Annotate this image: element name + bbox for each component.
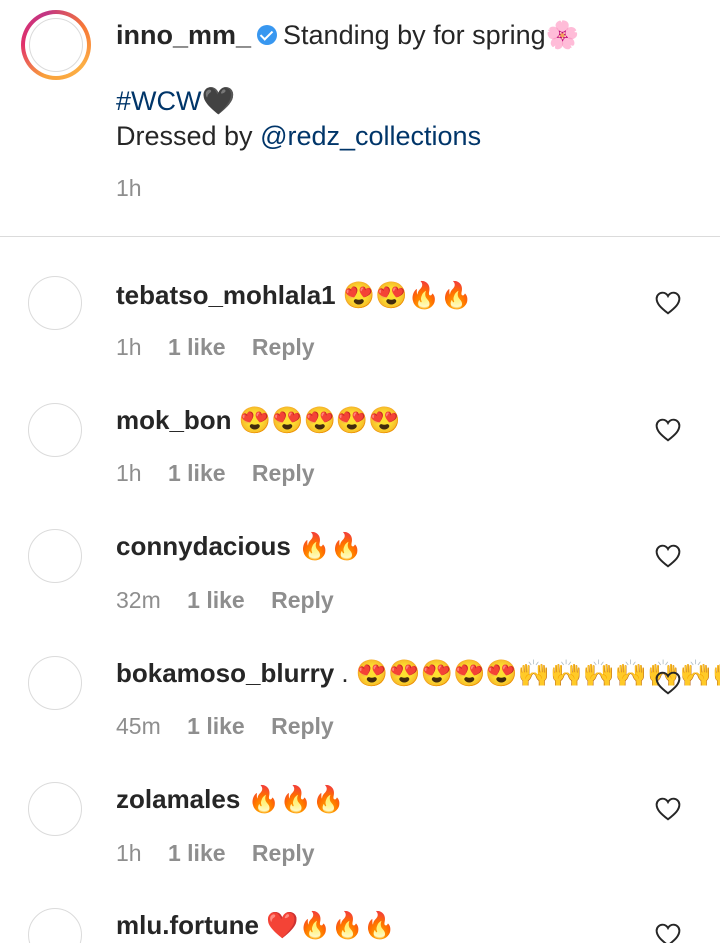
- like-heart-icon[interactable]: [655, 544, 681, 568]
- comment-body: mok_bon 😍😍😍😍😍: [116, 403, 401, 437]
- comment-likes[interactable]: 1 like: [168, 840, 226, 866]
- reply-button[interactable]: Reply: [271, 713, 334, 739]
- commenter-avatar[interactable]: [28, 403, 82, 457]
- like-heart-icon[interactable]: [655, 923, 681, 943]
- comment-text: 🔥🔥🔥: [247, 784, 345, 814]
- comment-meta: 1h 1 like Reply: [116, 334, 335, 361]
- comment-item: bokamoso_blurry . 😍😍😍😍😍🙌🙌🙌🙌🙌🙌🙌 45m 1 lik…: [0, 656, 720, 782]
- commenter-avatar[interactable]: [28, 782, 82, 836]
- divider: [0, 236, 720, 237]
- reply-button[interactable]: Reply: [252, 840, 315, 866]
- comment-time: 1h: [116, 840, 142, 866]
- comment-likes[interactable]: 1 like: [187, 587, 245, 613]
- comment-text: 😍😍🔥🔥: [342, 280, 473, 310]
- caption-timestamp: 1h: [116, 175, 142, 201]
- comment-username[interactable]: tebatso_mohlala1: [116, 280, 336, 310]
- verified-badge-icon: [257, 24, 278, 45]
- like-heart-icon[interactable]: [655, 797, 681, 821]
- like-heart-icon[interactable]: [655, 418, 681, 442]
- caption-mention-link[interactable]: @redz_collections: [260, 121, 481, 151]
- comment-likes[interactable]: 1 like: [168, 460, 226, 486]
- comment-body: connydacious 🔥🔥: [116, 529, 363, 563]
- comment-username[interactable]: zolamales: [116, 784, 240, 814]
- caption-username[interactable]: inno_mm_: [116, 20, 251, 50]
- caption-hashtag[interactable]: #WCW🖤: [116, 84, 235, 118]
- comment-meta: 1h 1 like Reply: [116, 460, 335, 487]
- commenter-avatar[interactable]: [28, 656, 82, 710]
- comment-meta: 1h 1 like Reply: [116, 840, 335, 867]
- comment-username[interactable]: mlu.fortune: [116, 910, 259, 940]
- comment-body: tebatso_mohlala1 😍😍🔥🔥: [116, 278, 472, 312]
- comment-username[interactable]: connydacious: [116, 531, 291, 561]
- reply-button[interactable]: Reply: [252, 460, 315, 486]
- comment-body: bokamoso_blurry . 😍😍😍😍😍🙌🙌🙌🙌🙌🙌🙌: [116, 656, 720, 690]
- commenter-avatar[interactable]: [28, 908, 82, 943]
- comment-body: mlu.fortune ❤️🔥🔥🔥: [116, 908, 396, 942]
- comment-meta: 45m 1 like Reply: [116, 713, 354, 740]
- caption-dressed-by-line: Dressed by @redz_collections: [116, 119, 481, 153]
- dressed-by-label: Dressed by: [116, 121, 261, 151]
- reply-button[interactable]: Reply: [252, 334, 315, 360]
- comment-time: 45m: [116, 713, 161, 739]
- comment-username[interactable]: mok_bon: [116, 405, 232, 435]
- comment-item: connydacious 🔥🔥 32m 1 like Reply: [0, 529, 720, 655]
- comment-likes[interactable]: 1 like: [168, 334, 226, 360]
- comment-meta: 32m 1 like Reply: [116, 587, 354, 614]
- reply-button[interactable]: Reply: [271, 587, 334, 613]
- comment-item: tebatso_mohlala1 😍😍🔥🔥 1h 1 like Reply: [0, 276, 720, 402]
- author-avatar-story-ring[interactable]: [21, 10, 91, 80]
- comment-item: zolamales 🔥🔥🔥 1h 1 like Reply: [0, 782, 720, 908]
- caption-first-line: inno_mm_ Standing by for spring🌸: [116, 18, 579, 52]
- comment-text: ❤️🔥🔥🔥: [266, 910, 396, 940]
- comment-time: 1h: [116, 334, 142, 360]
- comment-likes[interactable]: 1 like: [187, 713, 245, 739]
- commenter-avatar[interactable]: [28, 276, 82, 330]
- like-heart-icon[interactable]: [655, 291, 681, 315]
- caption-text: Standing by for spring🌸: [283, 20, 580, 50]
- comment-text: 🔥🔥: [298, 531, 363, 561]
- comment-body: zolamales 🔥🔥🔥: [116, 782, 345, 816]
- comment-text: 😍😍😍😍😍: [238, 405, 401, 435]
- comment-time: 1h: [116, 460, 142, 486]
- commenter-avatar[interactable]: [28, 529, 82, 583]
- like-heart-icon[interactable]: [655, 671, 681, 695]
- post-caption: inno_mm_ Standing by for spring🌸 #WCW🖤 Dr…: [0, 0, 720, 236]
- comment-item: mlu.fortune ❤️🔥🔥🔥: [0, 908, 720, 943]
- author-avatar[interactable]: [29, 18, 83, 72]
- comment-time: 32m: [116, 587, 161, 613]
- comment-item: mok_bon 😍😍😍😍😍 1h 1 like Reply: [0, 403, 720, 529]
- comment-username[interactable]: bokamoso_blurry: [116, 658, 334, 688]
